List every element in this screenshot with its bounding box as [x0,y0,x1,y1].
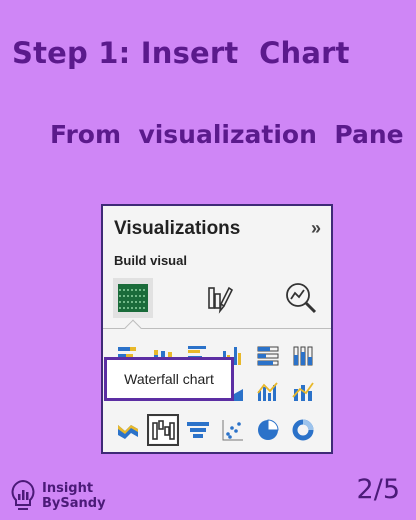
build-visual-icon[interactable] [113,278,153,318]
collapse-pane-icon[interactable]: » [311,218,321,239]
scatter-icon[interactable] [220,417,246,443]
brand-line2: BySandy [42,496,106,511]
pane-title: Visualizations [114,218,241,239]
waterfall-chart-tooltip: Waterfall chart [104,357,234,401]
format-visual-icon[interactable] [199,278,239,318]
visualizations-pane: Visualizations » Build visual [101,204,333,454]
selected-tab-caret [124,319,142,337]
pie-icon[interactable] [255,417,281,443]
waterfall-chart-icon[interactable] [147,414,179,446]
line-stacked-column-icon[interactable] [290,379,316,405]
brand-line1: Insight [42,481,94,496]
insight-bulb-icon [8,478,38,514]
funnel-icon[interactable] [185,417,211,443]
brand-logo: Insight BySandy [8,478,106,514]
build-visual-label: Build visual [114,253,187,268]
analytics-icon[interactable] [281,278,321,318]
page-subtitle: From visualization Pane [50,120,404,149]
ribbon-chart-icon[interactable] [255,379,281,405]
page-indicator: 2/5 [356,474,400,505]
100-stacked-bar-icon[interactable] [255,343,281,369]
100-stacked-column-icon[interactable] [290,343,316,369]
ribbon-icon[interactable] [115,417,141,443]
page-title: Step 1: Insert Chart [12,36,350,70]
donut-icon[interactable] [290,417,316,443]
